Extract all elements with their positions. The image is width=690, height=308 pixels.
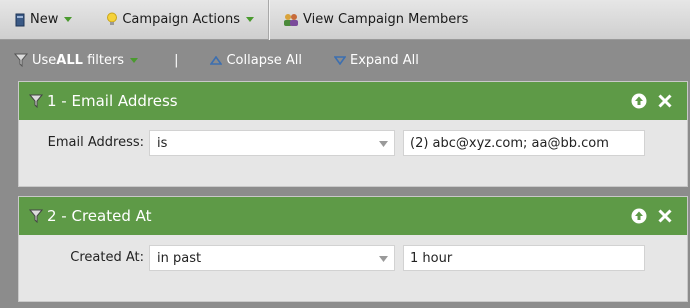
field-label: Email Address:	[47, 135, 144, 150]
close-icon[interactable]	[657, 208, 673, 224]
filter-header: 1 - Email Address	[19, 82, 687, 120]
filter-body: Created At: in past 1 hour	[19, 235, 687, 301]
funnel-icon	[29, 209, 43, 223]
filter-header: 2 - Created At	[19, 197, 687, 235]
funnel-icon	[14, 53, 28, 67]
value-text: (2) abc@xyz.com; aa@bb.com	[410, 135, 609, 151]
operator-select[interactable]: in past	[149, 245, 395, 271]
people-icon	[283, 13, 299, 27]
triangle-down-icon	[333, 55, 346, 65]
arrow-up-icon[interactable]	[631, 208, 647, 224]
field-label: Created At:	[70, 250, 144, 265]
filter-title: 2 - Created At	[47, 207, 152, 225]
chevron-down-icon	[379, 141, 388, 147]
lightbulb-icon	[106, 12, 118, 27]
campaign-actions-button[interactable]: Campaign Actions	[86, 0, 268, 39]
filter-bar: Use ALL filters | Collapse All Expand Al…	[0, 41, 690, 79]
triangle-up-icon	[210, 55, 223, 65]
chevron-down-icon	[246, 16, 255, 23]
new-document-icon	[14, 13, 26, 27]
value-input[interactable]: 1 hour	[403, 245, 645, 271]
operator-value: in past	[157, 250, 202, 266]
view-campaign-members-button[interactable]: View Campaign Members	[269, 0, 482, 39]
use-filters-all: ALL	[56, 52, 83, 68]
new-button[interactable]: New	[0, 0, 86, 39]
operator-value: is	[157, 135, 168, 151]
filter-actions	[631, 93, 673, 109]
use-filters-suffix: filters	[82, 52, 125, 68]
filter-panel: 1 - Email Address Email Address: is (2) …	[18, 81, 688, 187]
filter-bar-divider: |	[174, 52, 179, 68]
toolbar: New Campaign Actions View Campaign Membe…	[0, 0, 690, 40]
campaign-actions-label: Campaign Actions	[122, 12, 241, 27]
value-input[interactable]: (2) abc@xyz.com; aa@bb.com	[403, 130, 645, 156]
filter-title: 1 - Email Address	[47, 92, 178, 110]
filter-actions	[631, 208, 673, 224]
arrow-up-icon[interactable]	[631, 93, 647, 109]
filter-panel: 2 - Created At Created At: in past 1 hou…	[18, 196, 688, 302]
expand-all-label: Expand All	[349, 52, 419, 68]
use-filters-prefix: Use	[32, 52, 57, 68]
use-filters-menu[interactable]: Use ALL filters	[14, 52, 139, 68]
view-campaign-members-label: View Campaign Members	[303, 12, 469, 27]
new-label: New	[30, 12, 59, 27]
expand-all-button[interactable]: Expand All	[333, 52, 419, 68]
operator-select[interactable]: is	[149, 130, 395, 156]
chevron-down-icon	[64, 16, 73, 23]
chevron-down-icon	[379, 256, 388, 262]
chevron-down-icon	[130, 57, 139, 64]
funnel-icon	[29, 94, 43, 108]
collapse-all-button[interactable]: Collapse All	[210, 53, 302, 68]
close-icon[interactable]	[657, 93, 673, 109]
filter-body: Email Address: is (2) abc@xyz.com; aa@bb…	[19, 120, 687, 186]
value-text: 1 hour	[410, 250, 453, 266]
collapse-all-label: Collapse All	[226, 52, 302, 68]
